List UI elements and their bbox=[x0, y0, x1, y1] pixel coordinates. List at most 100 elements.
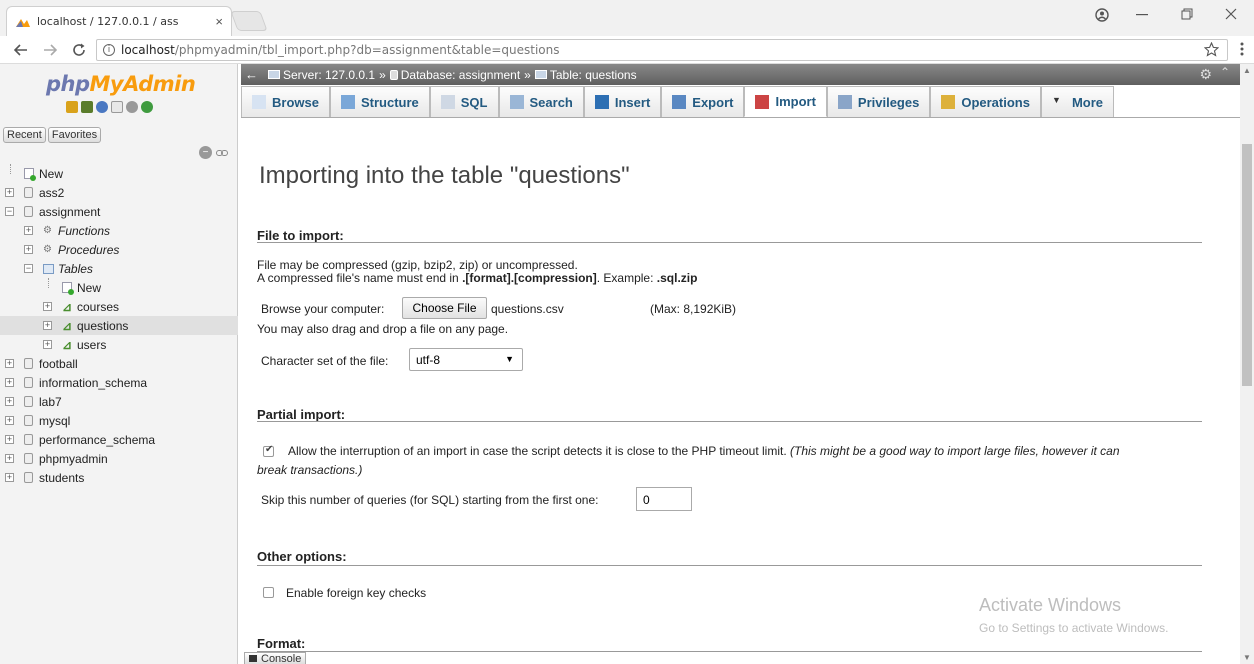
tree-item-users[interactable]: + ⊿ users bbox=[0, 335, 238, 354]
collapse-nav-icon[interactable]: ← bbox=[245, 67, 258, 82]
scrollbar[interactable]: ▲ ▼ bbox=[1240, 64, 1254, 664]
tree-controls: − bbox=[199, 146, 228, 159]
expand-icon[interactable]: + bbox=[5, 416, 14, 425]
expand-icon[interactable]: + bbox=[43, 302, 52, 311]
reload-icon[interactable] bbox=[72, 43, 86, 57]
breadcrumb-database[interactable]: Database: assignment bbox=[401, 68, 520, 82]
scroll-down-icon[interactable]: ▼ bbox=[1243, 653, 1251, 662]
quick-links bbox=[66, 101, 153, 113]
expand-icon[interactable]: + bbox=[5, 473, 14, 482]
tree-item-new[interactable]: New bbox=[0, 278, 238, 297]
tree-item-tables[interactable]: − Tables bbox=[0, 259, 238, 278]
choose-file-button[interactable]: Choose File bbox=[402, 297, 487, 319]
recent-favorites: Recent Favorites bbox=[3, 127, 102, 143]
tree-item-courses[interactable]: + ⊿ courses bbox=[0, 297, 238, 316]
home-icon[interactable] bbox=[66, 101, 78, 113]
tab-operations[interactable]: Operations bbox=[930, 86, 1041, 117]
account-icon[interactable] bbox=[1095, 8, 1109, 22]
close-tab-icon[interactable]: × bbox=[215, 14, 223, 29]
tab-insert[interactable]: Insert bbox=[583, 86, 662, 117]
menu-icon[interactable] bbox=[1240, 42, 1244, 56]
tree-item-football[interactable]: + football bbox=[0, 354, 238, 373]
tree-item-phpmyadmin[interactable]: + phpmyadmin bbox=[0, 449, 238, 468]
recent-button[interactable]: Recent bbox=[3, 127, 46, 143]
expand-icon[interactable]: + bbox=[5, 188, 14, 197]
tree-item-functions[interactable]: + ⚙ Functions bbox=[0, 221, 238, 240]
tree-item-ass2[interactable]: + ass2 bbox=[0, 183, 238, 202]
sql-query-icon[interactable] bbox=[81, 101, 93, 113]
tree-item-mysql[interactable]: + mysql bbox=[0, 411, 238, 430]
link-icon[interactable] bbox=[216, 149, 228, 157]
browser-tabstrip: localhost / 127.0.0.1 / ass × bbox=[0, 0, 1254, 36]
tab-sql[interactable]: SQL bbox=[429, 86, 499, 117]
expand-icon[interactable]: + bbox=[43, 321, 52, 330]
docs-icon[interactable] bbox=[111, 101, 123, 113]
table-icon: ⊿ bbox=[62, 337, 73, 352]
charset-select[interactable]: utf-8 ▼ bbox=[409, 348, 523, 371]
star-icon[interactable] bbox=[1204, 42, 1219, 57]
favorites-button[interactable]: Favorites bbox=[47, 127, 102, 143]
collapse-icon[interactable]: − bbox=[5, 207, 14, 216]
url-field[interactable]: i localhost/phpmyadmin/tbl_import.php?db… bbox=[96, 39, 1228, 61]
phpmyadmin-logo[interactable]: phpMyAdmin bbox=[46, 72, 196, 96]
skip-queries-input[interactable]: 0 bbox=[636, 487, 692, 511]
expand-icon[interactable]: + bbox=[5, 397, 14, 406]
table-tabs: Browse Structure SQL Search Insert Export Impo… bbox=[241, 86, 1240, 118]
collapse-all-icon[interactable]: − bbox=[199, 146, 212, 159]
expand-icon[interactable]: + bbox=[5, 378, 14, 387]
expand-icon[interactable]: + bbox=[24, 245, 33, 254]
tree-item-performance-schema[interactable]: + performance_schema bbox=[0, 430, 238, 449]
tree-item-information-schema[interactable]: + information_schema bbox=[0, 373, 238, 392]
breadcrumb-server[interactable]: Server: 127.0.0.1 bbox=[283, 68, 375, 82]
breadcrumb-table[interactable]: Table: questions bbox=[550, 68, 637, 82]
gear-icon[interactable]: ⚙ bbox=[1199, 66, 1212, 83]
url-path: /phpmyadmin/tbl_import.php?db=assignment… bbox=[174, 43, 560, 57]
settings-icon[interactable] bbox=[126, 101, 138, 113]
foreign-key-checkbox[interactable] bbox=[263, 587, 274, 598]
expand-icon[interactable]: + bbox=[5, 435, 14, 444]
tree-item-questions[interactable]: + ⊿ questions bbox=[0, 316, 238, 335]
new-tab-button[interactable] bbox=[230, 11, 268, 31]
dropdown-arrow-icon: ▼ bbox=[505, 354, 514, 364]
collapse-icon[interactable]: − bbox=[24, 264, 33, 273]
info-icon[interactable]: i bbox=[103, 44, 115, 56]
section-divider bbox=[257, 242, 1202, 243]
restore-icon[interactable] bbox=[1181, 8, 1193, 20]
tab-privileges[interactable]: Privileges bbox=[826, 86, 931, 117]
forward-icon[interactable] bbox=[43, 44, 57, 56]
tree-item-new[interactable]: New bbox=[0, 164, 238, 183]
expand-icon[interactable]: + bbox=[5, 359, 14, 368]
tab-browse[interactable]: Browse bbox=[241, 86, 330, 117]
browser-tab[interactable]: localhost / 127.0.0.1 / ass × bbox=[6, 6, 232, 36]
back-icon[interactable] bbox=[14, 44, 28, 56]
allow-interrupt-note: break transactions.) bbox=[257, 463, 363, 477]
hide-topbar-icon[interactable]: ⌃ bbox=[1220, 65, 1230, 79]
url-host: localhost bbox=[121, 43, 175, 57]
address-bar: i localhost/phpmyadmin/tbl_import.php?db… bbox=[0, 36, 1254, 64]
expand-icon[interactable]: + bbox=[5, 454, 14, 463]
console-button[interactable]: Console bbox=[244, 652, 307, 664]
skip-queries-label: Skip this number of queries (for SQL) st… bbox=[261, 493, 599, 507]
scroll-up-icon[interactable]: ▲ bbox=[1243, 66, 1251, 75]
expand-icon[interactable]: + bbox=[24, 226, 33, 235]
scrollbar-thumb[interactable] bbox=[1242, 144, 1252, 386]
export-icon bbox=[672, 95, 687, 109]
tree-item-label: mysql bbox=[39, 413, 71, 428]
help-icon[interactable] bbox=[96, 101, 108, 113]
allow-interrupt-checkbox[interactable] bbox=[263, 444, 274, 457]
tab-import[interactable]: Import bbox=[744, 86, 827, 117]
expand-icon[interactable]: + bbox=[43, 340, 52, 349]
tab-search[interactable]: Search bbox=[498, 86, 584, 117]
reload-nav-icon[interactable] bbox=[141, 101, 153, 113]
tree-item-students[interactable]: + students bbox=[0, 468, 238, 487]
close-icon[interactable] bbox=[1225, 8, 1237, 20]
browse-label: Browse your computer: bbox=[261, 302, 385, 316]
tree-item-procedures[interactable]: + ⚙ Procedures bbox=[0, 240, 238, 259]
minimize-icon[interactable] bbox=[1136, 14, 1148, 16]
section-divider bbox=[257, 421, 1202, 422]
tab-structure[interactable]: Structure bbox=[329, 86, 430, 117]
tab-more[interactable]: ▼ More bbox=[1040, 86, 1115, 117]
tab-export[interactable]: Export bbox=[661, 86, 745, 117]
tree-item-assignment[interactable]: − assignment bbox=[0, 202, 238, 221]
tree-item-lab7[interactable]: + lab7 bbox=[0, 392, 238, 411]
